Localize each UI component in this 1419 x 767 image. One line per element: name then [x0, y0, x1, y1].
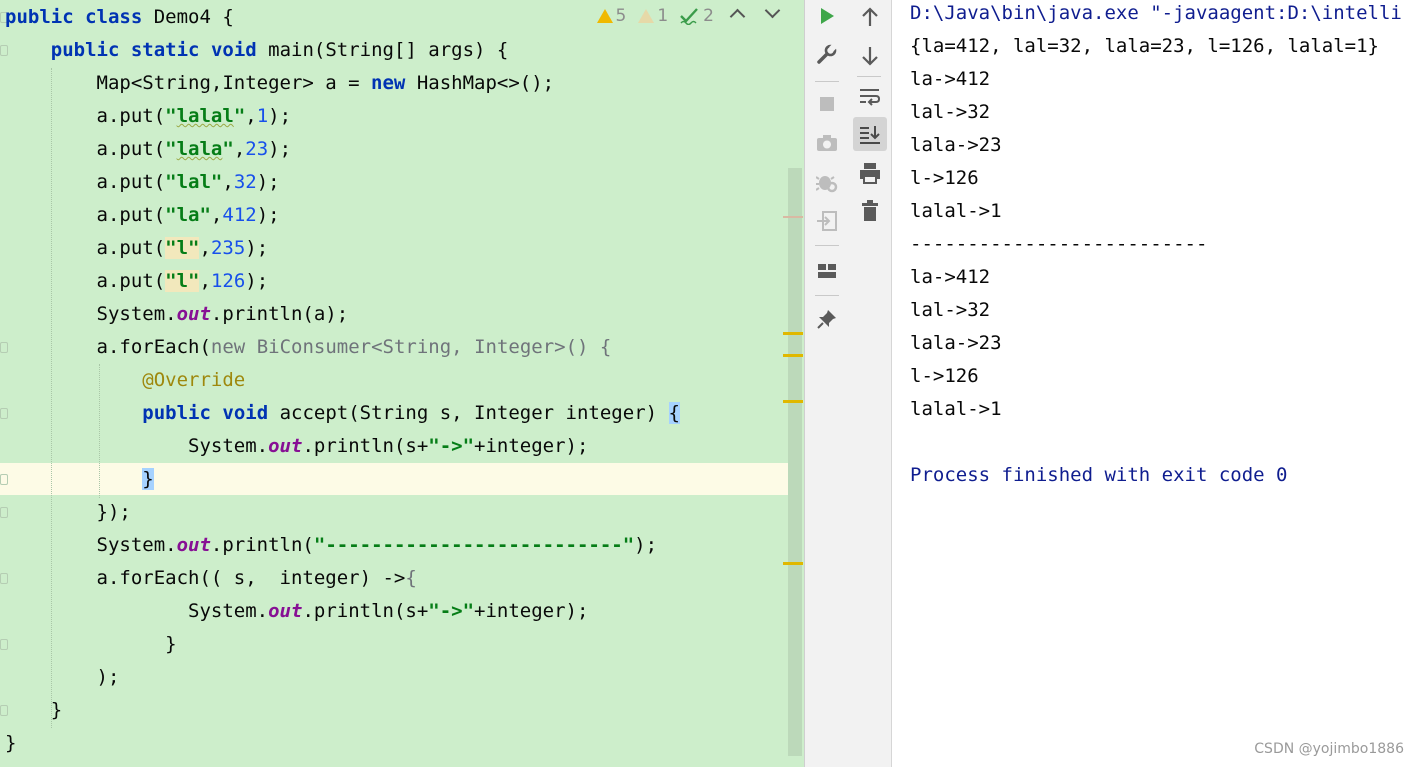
code-line[interactable]: System.out.println(s+"->"+integer); [5, 430, 588, 463]
print-button[interactable] [854, 157, 886, 189]
restore-layout-button[interactable] [811, 205, 843, 237]
code-line[interactable]: } [5, 463, 154, 496]
stop-icon [820, 97, 834, 111]
debug-settings-icon [816, 176, 838, 193]
weak-warnings-indicator[interactable]: 1 [638, 6, 668, 26]
layout-icon [818, 264, 836, 278]
code-line[interactable]: @Override [5, 364, 245, 397]
next-occurrence-button[interactable] [854, 40, 886, 72]
restore-layout-icon [817, 211, 837, 231]
trash-icon [862, 200, 878, 221]
run-toolbar-right [849, 0, 892, 767]
code-line[interactable]: } [5, 727, 16, 760]
code-line[interactable]: a.put("lala",23); [5, 133, 292, 166]
layout-settings-button[interactable] [811, 255, 843, 287]
inspection-widget[interactable]: 5 1 2 [596, 2, 784, 29]
edit-configuration-button[interactable] [811, 39, 843, 71]
weak-stripe-mark[interactable] [783, 216, 803, 218]
pin-icon [817, 310, 836, 329]
chevron-down-icon [764, 2, 781, 19]
typos-count: 2 [703, 6, 714, 26]
vertical-scrollbar[interactable] [788, 168, 802, 756]
weak-warnings-count: 1 [657, 6, 669, 26]
soft-wrap-button[interactable] [854, 80, 886, 112]
previous-highlight-button[interactable] [726, 5, 749, 27]
warnings-count: 5 [615, 6, 627, 26]
console-line: -------------------------- [910, 233, 1208, 255]
pin-tab-button[interactable] [811, 303, 843, 335]
code-line[interactable]: public class Demo4 { [5, 1, 234, 34]
run-toolbar-left [804, 0, 850, 767]
console-line: la->412 [910, 68, 991, 90]
warning-stripe-mark[interactable] [783, 562, 803, 565]
down-arrow-icon [862, 47, 878, 66]
warning-icon [596, 9, 613, 23]
scroll-to-end-icon [860, 126, 880, 144]
console-line: {la=412, lal=32, lala=23, l=126, lalal=1… [910, 35, 1379, 57]
code-editor[interactable]: 5 1 2 public class Demo4 { public static… [0, 0, 804, 767]
camera-icon [817, 135, 837, 151]
weak-warning-icon [638, 9, 655, 23]
code-line[interactable]: Map<String,Integer> a = new HashMap<>(); [5, 67, 555, 100]
stop-button[interactable] [811, 88, 843, 120]
code-line[interactable]: a.put("l",126); [5, 265, 268, 298]
process-finished-message: Process finished with exit code 0 [910, 464, 1288, 486]
dump-threads-button[interactable] [811, 127, 843, 159]
code-line[interactable]: a.forEach(( s, integer) ->{ [5, 562, 417, 595]
up-arrow-icon [862, 7, 878, 26]
code-line[interactable]: a.put("lalal",1); [5, 100, 292, 133]
toolbar-separator [815, 245, 839, 246]
code-line[interactable]: } [5, 694, 62, 727]
code-line[interactable]: ); [5, 661, 120, 694]
code-line[interactable]: public static void main(String[] args) { [5, 34, 509, 67]
wrench-icon [817, 44, 837, 64]
chevron-up-icon [729, 8, 746, 25]
console-line: l->126 [910, 167, 979, 189]
rerun-button[interactable] [811, 0, 843, 32]
typos-indicator[interactable]: 2 [680, 6, 714, 26]
code-line[interactable]: a.put("l",235); [5, 232, 268, 265]
code-line[interactable]: a.put("lal",32); [5, 166, 280, 199]
print-icon [860, 163, 880, 184]
code-line[interactable]: System.out.println(a); [5, 298, 349, 331]
console-line: lalal->1 [910, 200, 1002, 222]
toolbar-separator [815, 295, 839, 296]
toolbar-separator [815, 81, 839, 82]
warning-stripe-mark[interactable] [783, 332, 803, 335]
warning-stripe-mark[interactable] [783, 400, 803, 403]
console-line: lala->23 [910, 134, 1002, 156]
code-line[interactable]: a.put("la",412); [5, 199, 280, 232]
soft-wrap-icon [860, 89, 881, 106]
code-line[interactable]: public void accept(String s, Integer int… [5, 397, 680, 430]
next-highlight-button[interactable] [761, 2, 784, 27]
code-line[interactable]: }); [5, 496, 131, 529]
code-line[interactable]: System.out.println("--------------------… [5, 529, 658, 562]
run-console-output[interactable]: D:\Java\bin\java.exe "-javaagent:D:\inte… [892, 0, 1419, 767]
run-icon [821, 8, 834, 24]
console-line: lal->32 [910, 299, 991, 321]
clear-all-button[interactable] [854, 195, 886, 227]
console-line: lalal->1 [910, 398, 1002, 420]
code-line[interactable]: System.out.println(s+"->"+integer); [5, 595, 588, 628]
warning-stripe-mark[interactable] [783, 354, 803, 357]
console-line: l->126 [910, 365, 979, 387]
console-line: lala->23 [910, 332, 1002, 354]
console-line: lal->32 [910, 101, 991, 123]
debug-settings-button[interactable] [811, 166, 843, 198]
typo-check-icon [680, 8, 699, 25]
code-line[interactable]: } [5, 628, 176, 661]
warnings-indicator[interactable]: 5 [596, 6, 627, 26]
previous-occurrence-button[interactable] [854, 1, 886, 33]
watermark: CSDN @yojimbo1886 [1254, 741, 1404, 757]
code-line[interactable]: a.forEach(new BiConsumer<String, Integer… [5, 331, 612, 364]
toolbar-separator [857, 76, 881, 77]
console-command-line: D:\Java\bin\java.exe "-javaagent:D:\inte… [910, 2, 1402, 24]
scroll-to-end-button[interactable] [853, 117, 887, 151]
console-line: la->412 [910, 266, 991, 288]
